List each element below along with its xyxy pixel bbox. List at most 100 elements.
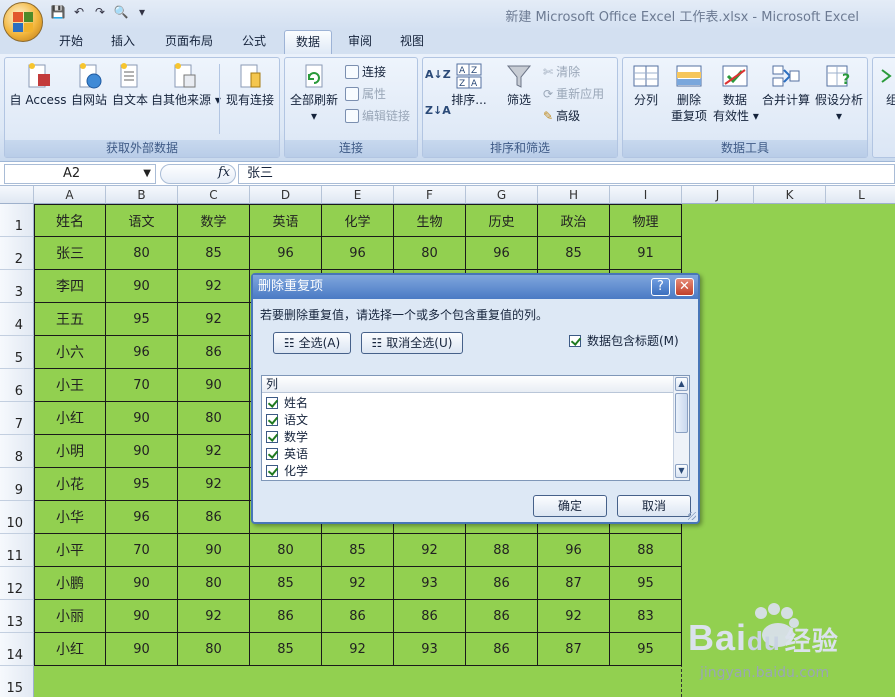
from-text-button[interactable]: 自文本: [109, 62, 151, 108]
row-header[interactable]: 11: [0, 534, 34, 567]
table-cell[interactable]: 张三: [34, 237, 106, 270]
from-access-button[interactable]: 自 Access: [7, 62, 69, 108]
table-header-cell[interactable]: 生物: [394, 204, 466, 237]
column-header[interactable]: E: [322, 186, 394, 204]
table-cell[interactable]: 90: [106, 435, 178, 468]
table-cell[interactable]: 85: [178, 237, 250, 270]
table-cell[interactable]: 86: [250, 600, 322, 633]
resize-grip-icon[interactable]: [688, 512, 696, 520]
list-scrollbar[interactable]: ▲ ▼: [673, 376, 689, 480]
table-cell[interactable]: 李四: [34, 270, 106, 303]
table-cell[interactable]: 90: [106, 600, 178, 633]
name-box[interactable]: A2 ▼: [4, 164, 156, 184]
checkbox-checked-icon[interactable]: [266, 396, 278, 409]
column-header[interactable]: C: [178, 186, 250, 204]
consolidate-button[interactable]: 合并计算: [761, 62, 811, 108]
table-cell[interactable]: 92: [178, 435, 250, 468]
table-header-cell[interactable]: 物理: [610, 204, 682, 237]
list-item-column[interactable]: 化学: [266, 462, 308, 479]
checkbox-checked-icon[interactable]: [266, 447, 278, 460]
checkbox-checked-icon[interactable]: [266, 413, 278, 426]
print-preview-icon[interactable]: 🔍: [113, 5, 129, 19]
reapply-button[interactable]: ⟳ 重新应用: [543, 86, 604, 102]
table-cell[interactable]: 96: [106, 336, 178, 369]
row-header[interactable]: 14: [0, 633, 34, 666]
table-cell[interactable]: 小鹏: [34, 567, 106, 600]
table-cell[interactable]: 92: [322, 567, 394, 600]
save-icon[interactable]: 💾: [50, 5, 66, 19]
column-header[interactable]: B: [106, 186, 178, 204]
tab-home[interactable]: 开始: [52, 30, 90, 54]
redo-icon[interactable]: ↷: [92, 5, 108, 19]
table-cell[interactable]: 86: [394, 600, 466, 633]
table-cell[interactable]: 92: [178, 468, 250, 501]
row-header[interactable]: 15: [0, 666, 34, 697]
checkbox-checked-icon[interactable]: [266, 464, 278, 477]
list-item-column[interactable]: 姓名: [266, 394, 308, 411]
checkbox-checked-icon[interactable]: [266, 430, 278, 443]
existing-connections-button[interactable]: 现有连接: [223, 62, 277, 108]
clear-filter-button[interactable]: ✄ 清除: [543, 64, 580, 80]
table-cell[interactable]: 92: [394, 534, 466, 567]
properties-button[interactable]: 属性: [345, 86, 386, 102]
row-header[interactable]: 12: [0, 567, 34, 600]
table-cell[interactable]: 85: [250, 567, 322, 600]
sort-button[interactable]: AZZA 排序...: [449, 62, 489, 108]
table-cell[interactable]: 92: [178, 600, 250, 633]
unselect-all-button[interactable]: ☷ 取消全选(U): [361, 332, 463, 354]
chevron-down-icon[interactable]: ▼: [143, 165, 151, 183]
row-header[interactable]: 4: [0, 303, 34, 336]
remove-duplicates-button[interactable]: 删除 重复项: [669, 62, 709, 124]
table-cell[interactable]: 96: [466, 237, 538, 270]
table-cell[interactable]: 小华: [34, 501, 106, 534]
table-cell[interactable]: 90: [106, 633, 178, 666]
sort-asc-button[interactable]: A↓Z: [425, 66, 451, 83]
row-header[interactable]: 10: [0, 501, 34, 534]
checkbox-checked-icon[interactable]: [569, 334, 581, 347]
row-header[interactable]: 5: [0, 336, 34, 369]
office-button[interactable]: [3, 2, 43, 42]
row-header[interactable]: 1: [0, 204, 34, 237]
formula-input[interactable]: 张三: [238, 164, 895, 184]
column-header[interactable]: D: [250, 186, 322, 204]
table-cell[interactable]: 85: [250, 633, 322, 666]
edit-links-button[interactable]: 编辑链接: [345, 108, 410, 124]
column-header[interactable]: K: [754, 186, 826, 204]
table-cell[interactable]: 87: [538, 633, 610, 666]
table-cell[interactable]: 86: [466, 600, 538, 633]
table-cell[interactable]: 95: [610, 567, 682, 600]
text-to-columns-button[interactable]: 分列: [627, 62, 665, 108]
table-cell[interactable]: 92: [322, 633, 394, 666]
table-cell[interactable]: 86: [178, 501, 250, 534]
table-cell[interactable]: 85: [322, 534, 394, 567]
table-header-cell[interactable]: 英语: [250, 204, 322, 237]
column-header[interactable]: F: [394, 186, 466, 204]
tab-page-layout[interactable]: 页面布局: [158, 30, 220, 54]
table-header-cell[interactable]: 政治: [538, 204, 610, 237]
table-cell[interactable]: 90: [106, 402, 178, 435]
table-header-cell[interactable]: 语文: [106, 204, 178, 237]
table-cell[interactable]: 90: [178, 369, 250, 402]
columns-listbox[interactable]: 列 姓名 语文 数学 英语 化学 ▲ ▼: [261, 375, 690, 481]
column-header[interactable]: H: [538, 186, 610, 204]
table-cell[interactable]: 93: [394, 633, 466, 666]
table-cell[interactable]: 83: [610, 600, 682, 633]
table-cell[interactable]: 王五: [34, 303, 106, 336]
table-cell[interactable]: 80: [178, 633, 250, 666]
table-cell[interactable]: 小平: [34, 534, 106, 567]
ok-button[interactable]: 确定: [533, 495, 607, 517]
row-header[interactable]: 6: [0, 369, 34, 402]
has-headers-checkbox[interactable]: 数据包含标题(M): [569, 332, 679, 349]
list-item-column[interactable]: 数学: [266, 428, 308, 445]
table-cell[interactable]: 小六: [34, 336, 106, 369]
table-cell[interactable]: 90: [106, 270, 178, 303]
list-item-column[interactable]: 英语: [266, 445, 308, 462]
table-cell[interactable]: 小花: [34, 468, 106, 501]
table-cell[interactable]: 80: [250, 534, 322, 567]
table-cell[interactable]: 小丽: [34, 600, 106, 633]
cancel-button[interactable]: 取消: [617, 495, 691, 517]
table-header-cell[interactable]: 姓名: [34, 204, 106, 237]
table-cell[interactable]: 88: [466, 534, 538, 567]
table-cell[interactable]: 90: [178, 534, 250, 567]
table-cell[interactable]: 96: [106, 501, 178, 534]
